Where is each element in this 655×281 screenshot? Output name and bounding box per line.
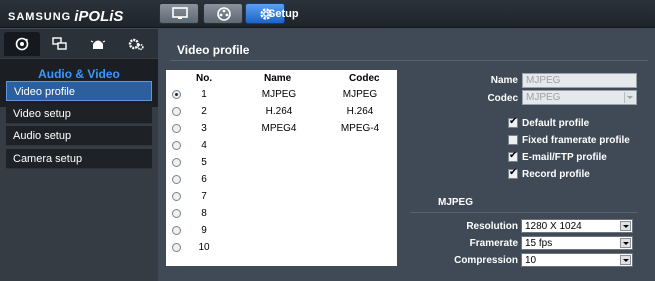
column-header-codec: Codec — [349, 73, 380, 84]
default-profile-label: Default profile — [522, 118, 590, 129]
profile-radio[interactable] — [172, 175, 181, 184]
chevron-down-icon — [620, 221, 631, 231]
title-divider — [170, 60, 648, 61]
table-row[interactable]: 4 — [166, 138, 397, 155]
default-profile-checkbox[interactable] — [508, 116, 518, 128]
codec-select[interactable]: MJPEG — [522, 90, 637, 105]
framerate-label: Framerate — [469, 238, 518, 249]
product-name: iPOLiS — [74, 8, 124, 25]
name-field[interactable]: MJPEG — [522, 73, 637, 88]
camera-lens-icon — [15, 37, 29, 51]
brand-logo: SAMSUNG iPOLiS — [8, 7, 124, 25]
compression-value: 10 — [525, 255, 537, 266]
table-row[interactable]: 5 — [166, 155, 397, 172]
profile-radio[interactable] — [172, 209, 181, 218]
row-name: MJPEG — [261, 89, 297, 100]
column-header-name: Name — [264, 73, 292, 84]
profile-radio[interactable] — [172, 226, 181, 235]
row-no: 8 — [201, 208, 207, 219]
fixed-framerate-checkbox[interactable] — [508, 135, 518, 145]
framerate-select[interactable]: 15 fps — [521, 236, 633, 250]
sidebar-item-audio-setup[interactable]: Audio setup — [6, 126, 152, 146]
record-profile-checkbox[interactable] — [508, 167, 518, 179]
resolution-value: 1280 X 1024 — [525, 221, 582, 232]
codec-settings-divider — [410, 212, 638, 213]
codec-select-value: MJPEG — [526, 92, 561, 103]
profile-radio[interactable] — [172, 192, 181, 201]
profile-table: No. Name Codec 1 MJPEG MJPEG 2 H.264 H.2… — [166, 70, 397, 266]
row-no: 3 — [201, 123, 207, 134]
row-no: 1 — [201, 89, 207, 100]
row-no: 7 — [201, 191, 207, 202]
email-ftp-label: E-mail/FTP profile — [522, 152, 607, 163]
profile-radio[interactable] — [172, 158, 181, 167]
table-row[interactable]: 10 — [166, 240, 397, 257]
tab-network[interactable] — [42, 32, 78, 56]
row-no: 6 — [201, 174, 207, 185]
sidebar-tabs — [0, 29, 158, 58]
profile-radio[interactable] — [172, 243, 181, 252]
monitor-icon — [172, 7, 188, 19]
codec-label: Codec — [487, 93, 518, 104]
email-ftp-checkbox[interactable] — [508, 150, 518, 162]
compression-select[interactable]: 10 — [521, 253, 633, 267]
row-codec: MJPEG — [342, 89, 378, 100]
resolution-label: Resolution — [466, 221, 518, 232]
profile-radio[interactable] — [172, 107, 181, 116]
profile-radio[interactable] — [172, 141, 181, 150]
row-no: 4 — [201, 140, 207, 151]
row-no: 5 — [201, 157, 207, 168]
resolution-select[interactable]: 1280 X 1024 — [521, 219, 633, 233]
playback-button[interactable] — [203, 3, 243, 24]
table-row[interactable]: 8 — [166, 206, 397, 223]
sidebar: Audio & Video Video profile Video setup … — [0, 29, 158, 281]
codec-settings-title: MJPEG — [438, 197, 474, 208]
table-row[interactable]: 3 MPEG4 MPEG-4 — [166, 121, 397, 138]
network-icon — [52, 37, 67, 50]
record-profile-label: Record profile — [522, 169, 590, 180]
table-row[interactable]: 7 — [166, 189, 397, 206]
alarm-icon — [90, 40, 106, 49]
table-row[interactable]: 1 MJPEG MJPEG — [166, 87, 397, 104]
tab-system[interactable] — [118, 32, 154, 56]
row-codec: MPEG-4 — [340, 123, 380, 134]
chevron-down-icon — [620, 255, 631, 265]
top-bar: SAMSUNG iPOLiS Setup — [0, 0, 655, 28]
table-row[interactable]: 9 — [166, 223, 397, 240]
gears-icon — [128, 38, 144, 51]
fixed-framerate-label: Fixed framerate profile — [522, 135, 630, 146]
row-name: MPEG4 — [261, 123, 297, 134]
compression-label: Compression — [454, 255, 518, 266]
row-name: H.264 — [265, 106, 293, 117]
table-row[interactable]: 6 — [166, 172, 397, 189]
row-no: 10 — [198, 242, 210, 253]
page-title: Video profile — [177, 43, 250, 57]
name-label: Name — [490, 75, 518, 86]
tab-audio-video[interactable] — [4, 32, 40, 56]
row-no: 2 — [201, 106, 207, 117]
table-row[interactable]: 2 H.264 H.264 — [166, 104, 397, 121]
brand-name: SAMSUNG — [8, 11, 72, 23]
sidebar-item-video-setup[interactable]: Video setup — [6, 104, 152, 124]
sidebar-item-camera-setup[interactable]: Camera setup — [6, 149, 152, 169]
profile-radio[interactable] — [172, 90, 181, 99]
row-no: 9 — [201, 225, 207, 236]
live-view-button[interactable] — [159, 3, 199, 24]
profile-radio[interactable] — [172, 124, 181, 133]
row-codec: H.264 — [346, 106, 374, 117]
chevron-down-icon — [620, 238, 631, 248]
sidebar-item-video-profile[interactable]: Video profile — [6, 81, 152, 101]
column-header-no: No. — [196, 73, 213, 84]
film-reel-icon — [217, 7, 231, 21]
framerate-value: 15 fps — [525, 238, 553, 249]
section-label: Setup — [268, 8, 299, 20]
tab-event[interactable] — [80, 32, 116, 56]
chevron-down-icon — [624, 92, 635, 103]
